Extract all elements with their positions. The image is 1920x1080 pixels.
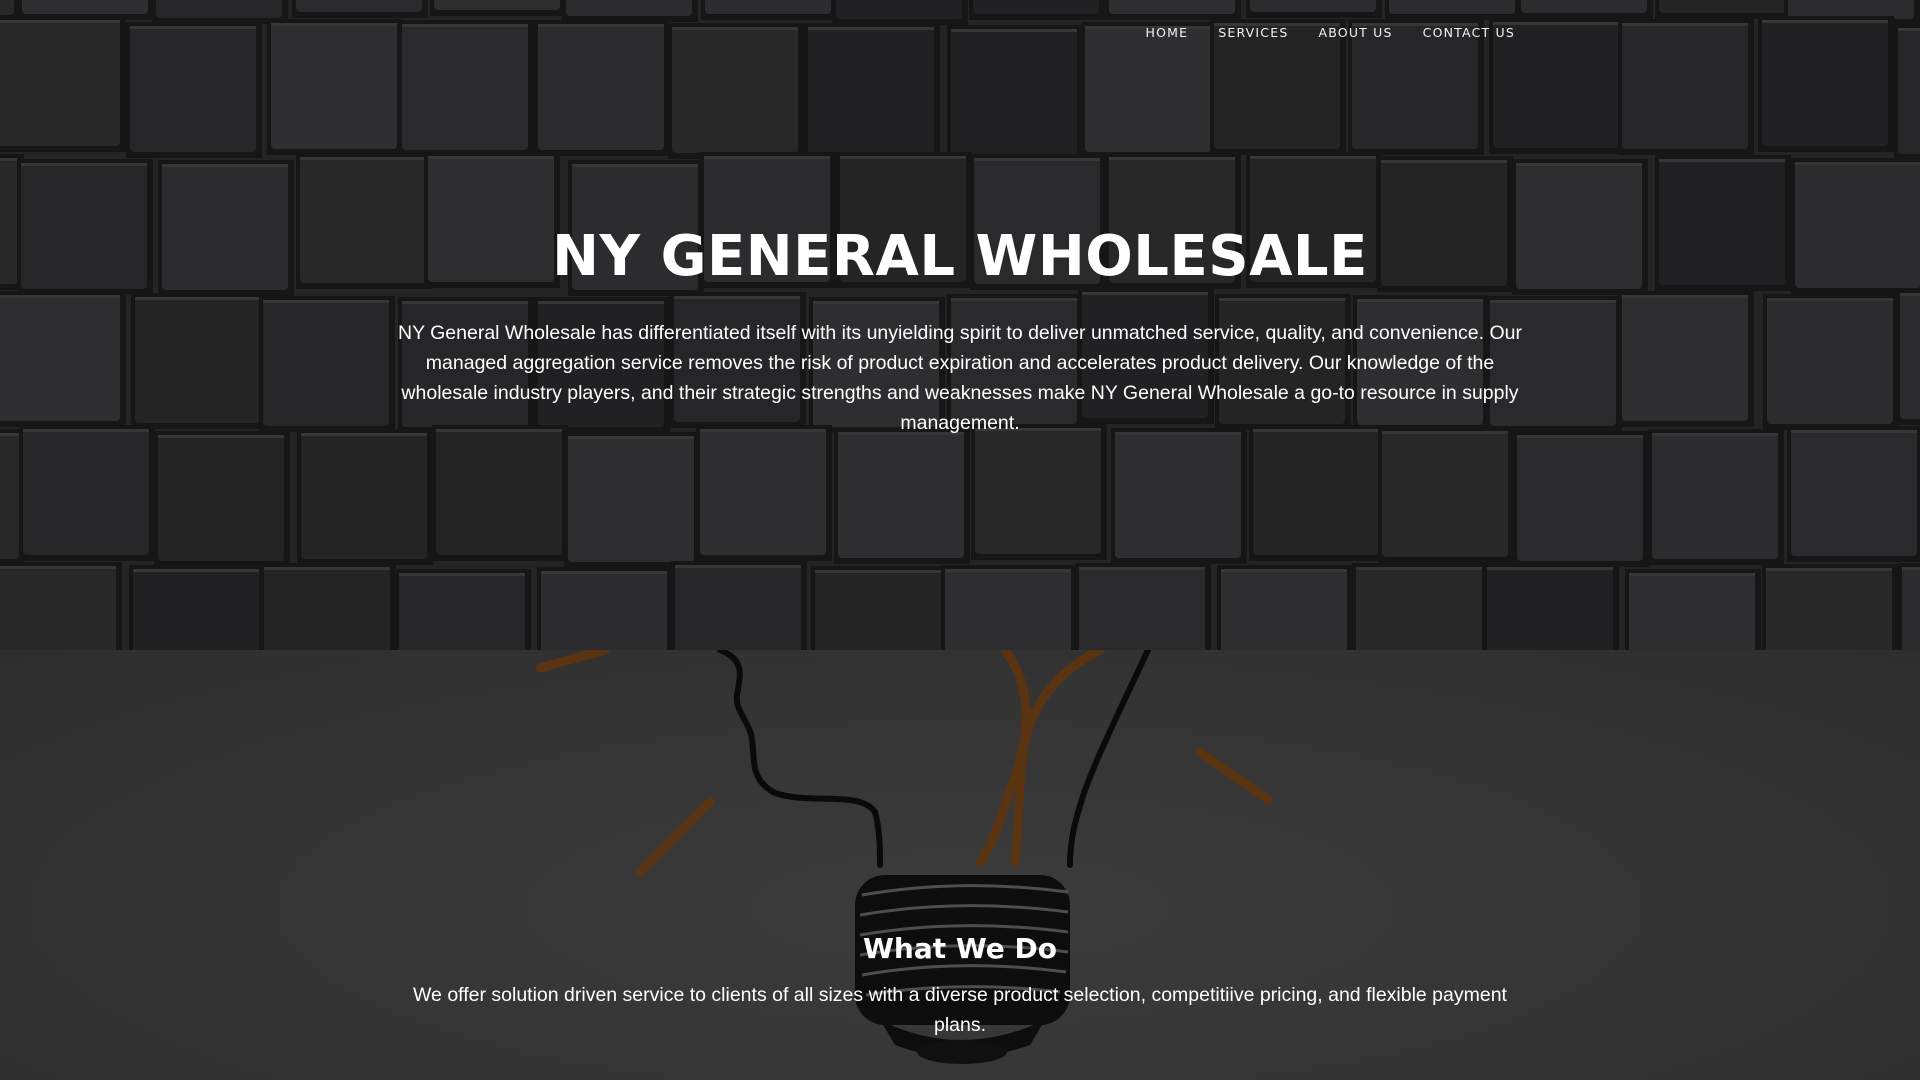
what-we-do-section: What We Do We offer solution driven serv… [0,650,1920,1080]
bulb-outline [717,650,1151,868]
nav-home[interactable]: HOME [1146,24,1189,42]
hero-section: HOME SERVICES ABOUT US CONTACT US NY GEN… [0,0,1920,650]
nav-about-us[interactable]: ABOUT US [1318,24,1392,42]
hero-description: NY General Wholesale has differentiated … [397,322,1522,434]
what-we-do-description: We offer solution driven service to clie… [413,984,1507,1036]
hero-title: NY GENERAL WHOLESALE [552,224,1368,289]
bulb-rays [535,650,1273,877]
main-nav: HOME SERVICES ABOUT US CONTACT US [1146,24,1516,42]
nav-services[interactable]: SERVICES [1218,24,1288,42]
what-we-do-title: What We Do [863,932,1057,965]
nav-contact-us[interactable]: CONTACT US [1423,24,1515,42]
